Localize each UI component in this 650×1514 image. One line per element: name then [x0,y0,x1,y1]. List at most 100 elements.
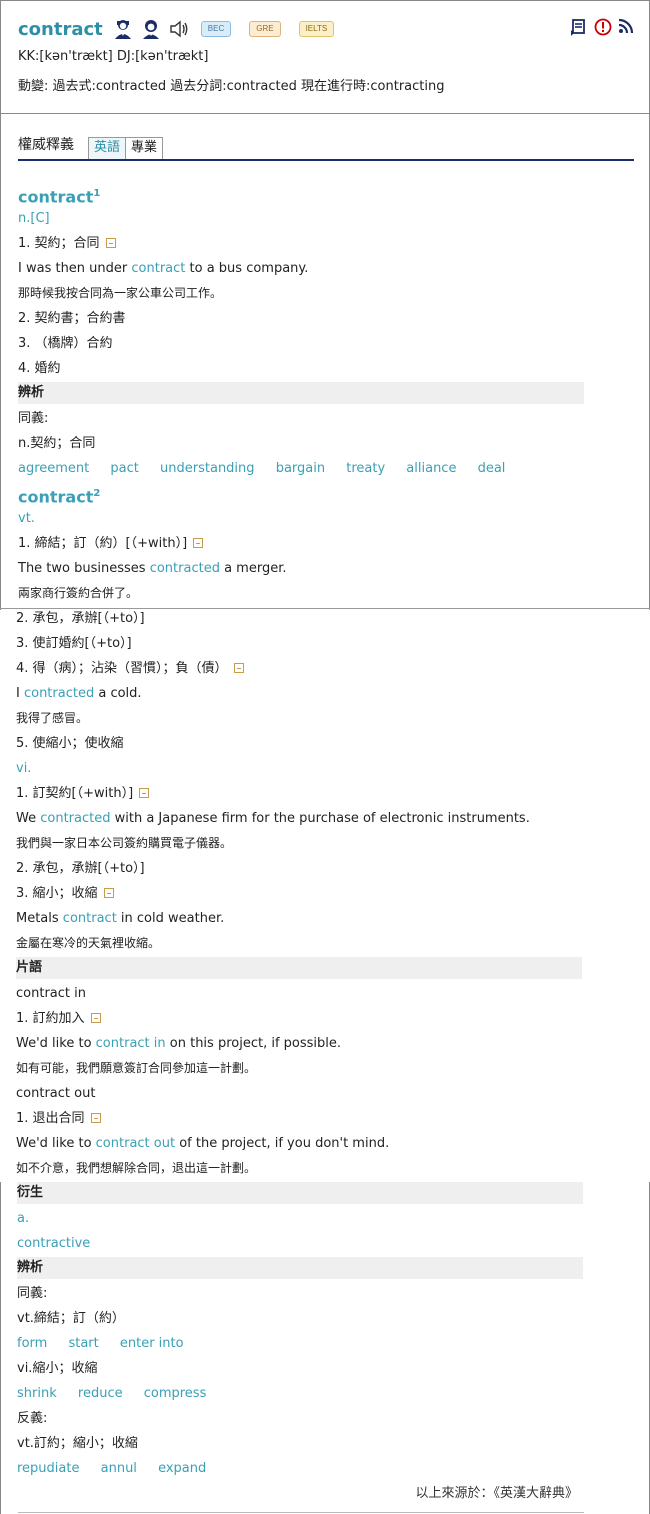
synonym-list: agreement pact understanding bargain tre… [18,456,522,481]
top-border [0,0,650,1]
example-translation: 我們與一家日本公司簽約購買電子儀器。 [16,836,233,850]
example: The two businesses contracted a merger. [18,561,287,576]
synonym-label: 同義: [17,1286,48,1301]
synonym-list: form start enter into [17,1331,201,1356]
synonym-sense: n.契約；合同 [18,436,96,451]
verb-forms: 動變: 過去式:contracted 過去分詞:contracted 現在進行時… [18,79,445,94]
derived-pos: a. [17,1211,30,1226]
synonym-label: 同義: [18,411,49,426]
synonym-link[interactable]: understanding [160,461,255,476]
derived-header: 衍生 [17,1182,583,1204]
antonym-list: repudiate annul expand [17,1456,223,1481]
sense-4: 4. 婚約 [18,361,61,376]
add-wordbook-icon[interactable] [570,18,588,40]
entry-2-title: contract2 [18,487,101,507]
entry-1-pos: n.[C] [18,211,50,226]
pronunciation: KK:[kən'trækt] DJ:[kən'trækt] [18,49,209,64]
left-border [0,0,1,610]
tag-bec: BEC [200,21,232,37]
sense-5: 5. 使縮小；使收縮 [16,736,124,751]
synonym-link[interactable]: compress [144,1386,207,1401]
definition-tabs: 權威釋義 英語 專業 [18,133,634,161]
left-border-lower [0,1182,1,1514]
entry-2-pos-vi: vi. [16,761,32,776]
page-frame [0,0,650,1514]
collapse-icon[interactable] [103,888,114,898]
synonym-list: shrink reduce compress [17,1381,223,1406]
sense-3: 3. （橋牌）合約 [18,336,113,351]
synonym-link[interactable]: reduce [78,1386,123,1401]
example: I was then under contract to a bus compa… [18,261,309,276]
word-header: contract BEC GRE IELTS KK:[kən'trækt] DJ… [18,14,638,95]
example: We contracted with a Japanese firm for t… [16,811,530,826]
analysis-header: 辨析 [17,1257,583,1279]
sense-2: 2. 契約書；合約書 [18,311,126,326]
female-voice-icon[interactable] [141,18,161,40]
example: We'd like to contract out of the project… [16,1136,390,1151]
antonym-label: 反義: [17,1411,48,1426]
collapse-icon[interactable] [233,663,244,673]
example-translation: 如有可能，我們願意簽訂合同參加這一計劃。 [16,1061,257,1075]
sense-vi-2: 2. 承包，承辦[（+to）] [16,861,145,876]
example: We'd like to contract in on this project… [16,1036,342,1051]
synonym-sense: vt.締結；訂（約） [17,1311,125,1326]
source-note: 以上來源於：《英漢大辭典》 [415,1486,578,1501]
collapse-icon[interactable] [193,538,204,548]
phrase: contract out [16,1086,96,1101]
sense-vi-3: 3. 縮小；收縮 [16,881,114,906]
synonym-link[interactable]: deal [478,461,506,476]
collapse-icon[interactable] [139,788,150,798]
male-voice-icon[interactable] [113,18,133,40]
phrase-sense: 1. 訂約加入 [16,1006,101,1031]
speaker-icon[interactable] [169,20,189,38]
synonym-link[interactable]: pact [110,461,138,476]
example: Metals contract in cold weather. [16,911,225,926]
collapse-icon[interactable] [90,1013,101,1023]
example-translation: 我得了感冒。 [16,711,89,725]
antonym-link[interactable]: repudiate [17,1461,79,1476]
antonym-link[interactable]: annul [101,1461,137,1476]
phrase-sense: 1. 退出合同 [16,1106,101,1131]
example-translation: 如不介意，我們想解除合同，退出這一計劃。 [16,1161,257,1175]
synonym-link[interactable]: shrink [17,1386,57,1401]
rss-icon[interactable] [618,18,634,40]
example-translation: 那時候我按合同為一家公車公司工作。 [18,286,223,300]
tabs-title: 權威釋義 [18,137,74,153]
tag-gre: GRE [249,21,281,37]
synonym-link[interactable]: start [68,1336,98,1351]
antonym-link[interactable]: expand [158,1461,206,1476]
sense-4: 4. 得（病）；沾染（習慣）；負（債） [16,656,244,681]
analysis-header: 辨析 [18,382,584,404]
example-translation: 金屬在寒冷的天氣裡收縮。 [16,936,161,950]
example-translation: 兩家商行簽約合併了。 [18,586,139,600]
phrases-header: 片語 [16,957,582,979]
collapse-icon[interactable] [105,238,116,248]
tab-english[interactable]: 英語 [88,137,127,159]
tag-ielts: IELTS [298,21,335,37]
synonym-link[interactable]: alliance [406,461,456,476]
synonym-sense: vi.縮小；收縮 [17,1361,98,1376]
sense-1: 1. 締結；訂（約）[（+with）] [18,531,204,556]
synonym-link[interactable]: form [17,1336,47,1351]
tab-professional[interactable]: 專業 [125,137,164,159]
report-error-icon[interactable] [594,18,612,40]
bottom-divider [18,1512,584,1513]
entry-2-pos: vt. [18,511,35,526]
sense-1: 1. 契約；合同 [18,231,116,256]
header-divider [0,113,650,114]
sense-vi-1: 1. 訂契約[（+with）] [16,781,150,806]
synonym-link[interactable]: treaty [346,461,385,476]
synonym-link[interactable]: bargain [276,461,325,476]
toolbar-icons [570,18,634,40]
headword: contract [18,18,103,40]
antonym-sense: vt.訂約；縮小；收縮 [17,1436,138,1451]
synonym-link[interactable]: agreement [18,461,89,476]
derived-word-link[interactable]: contractive [17,1231,90,1256]
collapse-icon[interactable] [90,1113,101,1123]
phrase: contract in [16,986,86,1001]
sense-2: 2. 承包，承辦[（+to）] [16,611,145,626]
entry-1-title: contract1 [18,187,101,207]
synonym-link[interactable]: enter into [120,1336,184,1351]
sense-3: 3. 使訂婚約[（+to）] [16,636,132,651]
example: I contracted a cold. [16,686,142,701]
